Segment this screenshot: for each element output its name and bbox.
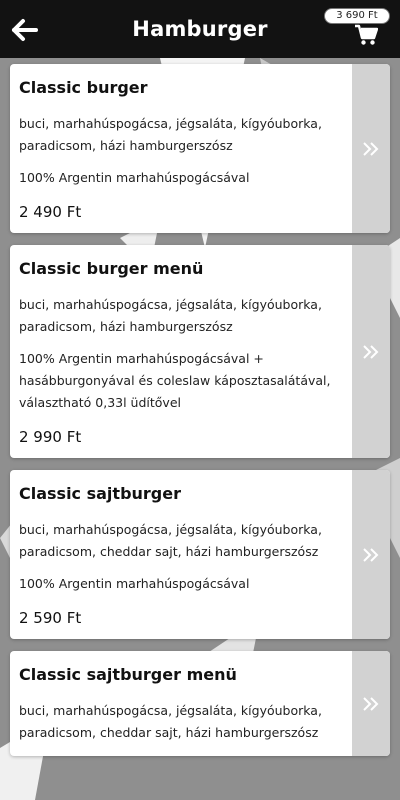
product-details-button[interactable]: [352, 470, 390, 639]
product-note: 100% Argentin marhahúspogácsával + hasáb…: [19, 351, 331, 410]
product-card[interactable]: Classic burger buci, marhahúspogácsa, jé…: [10, 64, 390, 233]
product-details-button[interactable]: [352, 651, 390, 756]
double-chevron-right-icon: [363, 547, 379, 562]
cart-button[interactable]: [354, 24, 379, 46]
product-details-button[interactable]: [352, 64, 390, 233]
double-chevron-right-icon: [363, 141, 379, 156]
product-description: buci, marhahúspogácsa, jégsaláta, kígyóu…: [19, 522, 322, 559]
product-list: Classic burger buci, marhahúspogácsa, jé…: [10, 64, 390, 768]
product-price: 2 590 Ft: [19, 609, 82, 627]
product-card[interactable]: Classic sajtburger menü buci, marhahúspo…: [10, 651, 390, 756]
app-header: Hamburger 3 690 Ft: [0, 0, 400, 58]
double-chevron-right-icon: [363, 696, 379, 711]
product-card[interactable]: Classic burger menü buci, marhahúspogács…: [10, 245, 390, 458]
shopping-cart-icon: [355, 24, 379, 45]
product-note: 100% Argentin marhahúspogácsával: [19, 576, 250, 591]
product-description: buci, marhahúspogácsa, jégsaláta, kígyóu…: [19, 297, 322, 334]
product-description: buci, marhahúspogácsa, jégsaláta, kígyóu…: [19, 703, 322, 740]
product-name: Classic burger menü: [19, 259, 204, 278]
cart-total-badge: 3 690 Ft: [324, 8, 390, 24]
product-price: 2 990 Ft: [19, 428, 82, 446]
product-card[interactable]: Classic sajtburger buci, marhahúspogácsa…: [10, 470, 390, 639]
product-details-button[interactable]: [352, 245, 390, 458]
product-name: Classic sajtburger: [19, 484, 181, 503]
product-name: Classic burger: [19, 78, 148, 97]
double-chevron-right-icon: [363, 344, 379, 359]
product-note: 100% Argentin marhahúspogácsával: [19, 170, 250, 185]
product-description: buci, marhahúspogácsa, jégsaláta, kígyóu…: [19, 116, 322, 153]
product-name: Classic sajtburger menü: [19, 665, 237, 684]
product-price: 2 490 Ft: [19, 203, 82, 221]
